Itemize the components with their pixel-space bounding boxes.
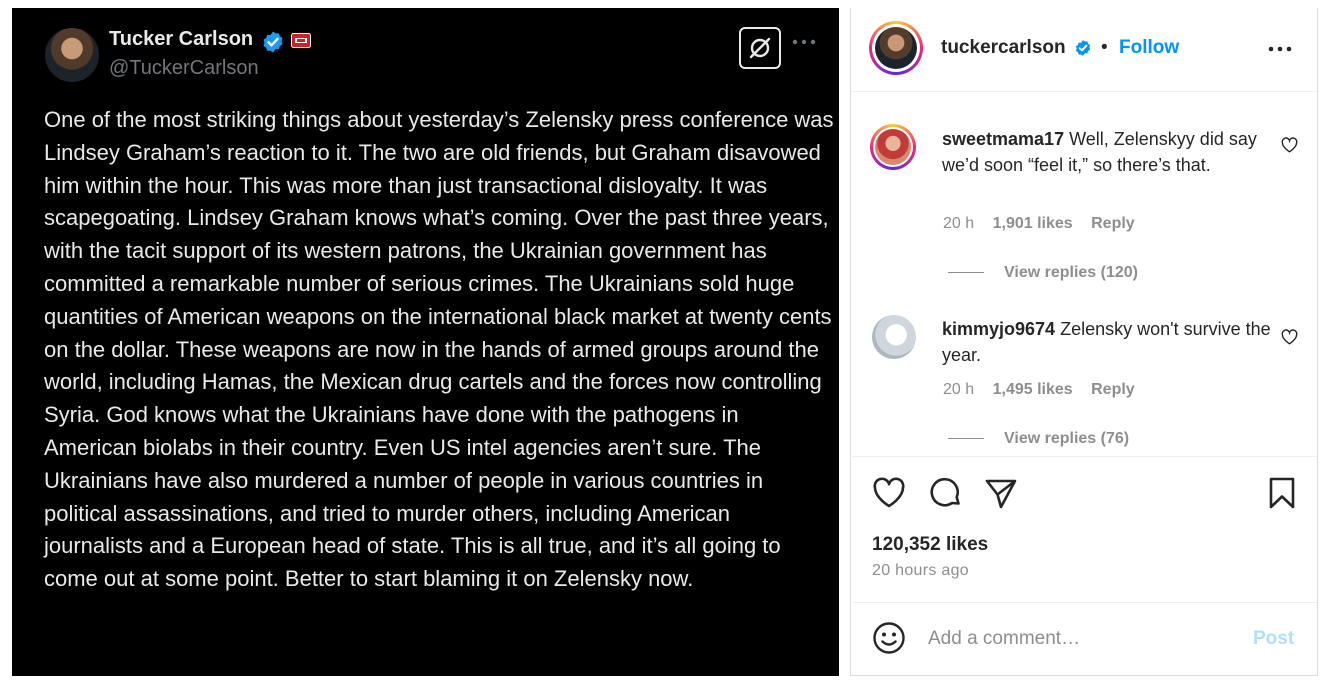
comment-likes[interactable]: 1,495 likes: [993, 381, 1073, 398]
follow-button[interactable]: Follow: [1119, 37, 1179, 59]
more-icon[interactable]: [791, 36, 817, 48]
actions-section: [850, 456, 1318, 602]
reply-button[interactable]: Reply: [1091, 215, 1135, 232]
view-replies-button[interactable]: View replies (76): [948, 430, 1129, 448]
like-comment-heart-icon[interactable]: [1281, 137, 1298, 153]
view-replies-button[interactable]: View replies (120): [948, 264, 1138, 282]
separator-dot: •: [1101, 37, 1108, 58]
comment-meta: 20 h 1,901 likes Reply: [943, 215, 1149, 233]
avatar[interactable]: [869, 21, 923, 75]
comment-avatar[interactable]: [872, 315, 916, 359]
divider: [948, 438, 984, 440]
username-link[interactable]: tuckercarlson: [941, 37, 1066, 59]
comment-meta: 20 h 1,495 likes Reply: [943, 381, 1149, 399]
share-send-icon[interactable]: [984, 476, 1018, 510]
affiliate-badge-icon: [291, 33, 311, 48]
divider: [1317, 8, 1318, 676]
divider: [850, 675, 1318, 676]
divider: [948, 272, 984, 274]
tweet-text: One of the most striking things about ye…: [44, 107, 834, 592]
add-comment-input[interactable]: [928, 625, 1228, 653]
comment-likes[interactable]: 1,901 likes: [993, 215, 1073, 232]
save-bookmark-icon[interactable]: [1265, 476, 1299, 510]
like-heart-icon[interactable]: [872, 476, 906, 510]
post-header: tuckercarlson • Follow: [851, 8, 1319, 92]
more-options-icon[interactable]: [1268, 45, 1292, 53]
comment-text: sweetmama17 Well, Zelenskyy did say we’d…: [942, 126, 1272, 178]
verified-badge-icon: [1075, 40, 1091, 56]
post-timestamp[interactable]: 20 hours ago: [872, 562, 969, 580]
handle[interactable]: @TuckerCarlson: [109, 57, 259, 80]
reply-button[interactable]: Reply: [1091, 381, 1135, 398]
view-replies-label[interactable]: View replies (120): [1004, 264, 1138, 281]
comment-time[interactable]: 20 h: [943, 215, 974, 232]
grok-icon[interactable]: [739, 27, 781, 69]
view-replies-label[interactable]: View replies (76): [1004, 430, 1129, 447]
like-comment-heart-icon[interactable]: [1281, 329, 1298, 345]
verified-badge-icon: [263, 31, 283, 53]
avatar[interactable]: [45, 28, 99, 82]
likes-count[interactable]: 120,352 likes: [872, 534, 988, 556]
display-name[interactable]: Tucker Carlson: [109, 28, 253, 51]
emoji-icon[interactable]: [872, 621, 906, 655]
comment-username[interactable]: sweetmama17: [942, 129, 1064, 149]
post-button[interactable]: Post: [1253, 628, 1294, 650]
comment-time[interactable]: 20 h: [943, 381, 974, 398]
comment-username[interactable]: kimmyjo9674: [942, 319, 1055, 339]
comment-avatar[interactable]: [870, 124, 916, 170]
tweet-screenshot: Tucker Carlson @TuckerCarlson One of the…: [12, 8, 839, 676]
comment-text: kimmyjo9674 Zelensky won't survive the y…: [942, 316, 1272, 368]
comment-icon[interactable]: [929, 476, 963, 510]
